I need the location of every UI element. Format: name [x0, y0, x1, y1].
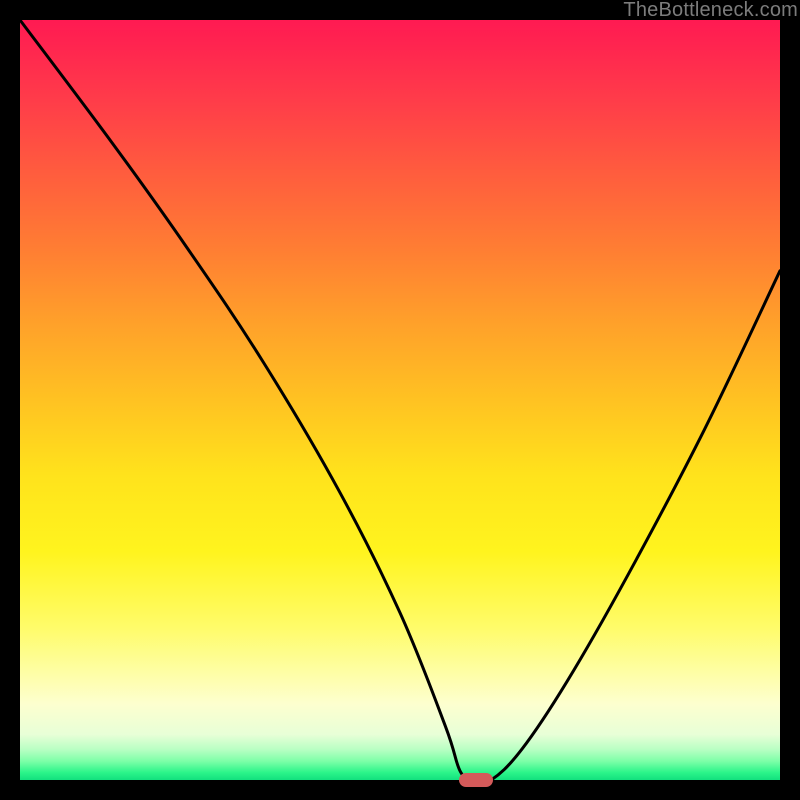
watermark-text: TheBottleneck.com [623, 0, 798, 22]
chart-frame: TheBottleneck.com [0, 0, 800, 800]
chart-plot-area [20, 20, 780, 780]
bottleneck-curve-svg [20, 20, 780, 780]
optimum-marker [459, 773, 493, 787]
bottleneck-curve-path [20, 20, 780, 783]
